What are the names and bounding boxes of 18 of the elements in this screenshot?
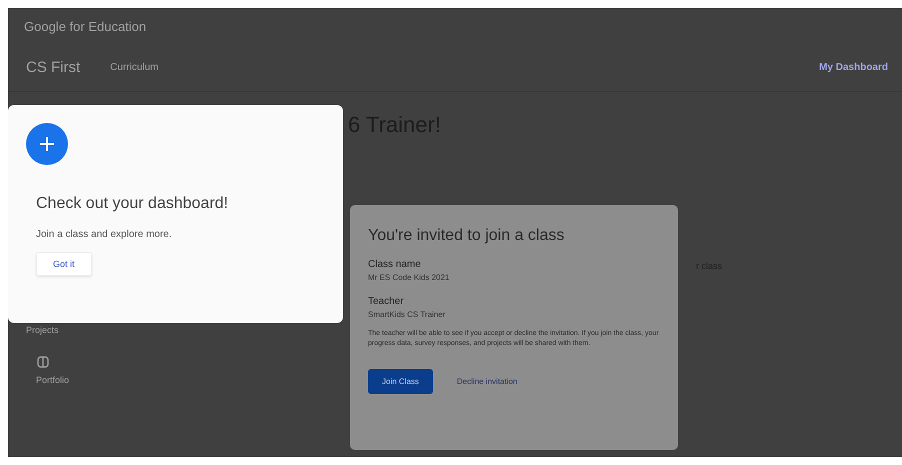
sidebar-item[interactable]: Portfolio xyxy=(36,375,70,385)
field-value: Mr ES Code Kids 2021 xyxy=(368,273,450,282)
decline-button[interactable]: Decline invitation xyxy=(446,369,528,394)
tip-text: Join a class and explore more. xyxy=(36,229,172,240)
plus-icon[interactable] xyxy=(26,123,68,165)
got-it-button[interactable]: Got it xyxy=(36,252,92,276)
join-class-button[interactable]: Join Class xyxy=(368,369,433,394)
section-label: Projects xyxy=(26,325,59,335)
field-value: SmartKids CS Trainer xyxy=(368,310,446,319)
field-label: Teacher xyxy=(368,296,405,307)
field-label: Class name xyxy=(368,259,422,270)
dialog-title: You're invited to join a class xyxy=(368,227,566,245)
dashboard-link[interactable]: My Dashboard xyxy=(819,62,888,73)
site-title[interactable]: CS First xyxy=(26,59,80,76)
tip-title: Check out your dashboard! xyxy=(36,195,228,213)
portfolio-icon[interactable] xyxy=(36,355,50,369)
nav-link[interactable]: Curriculum xyxy=(110,62,159,73)
brand-logo-text[interactable]: Google for Education xyxy=(24,18,146,34)
